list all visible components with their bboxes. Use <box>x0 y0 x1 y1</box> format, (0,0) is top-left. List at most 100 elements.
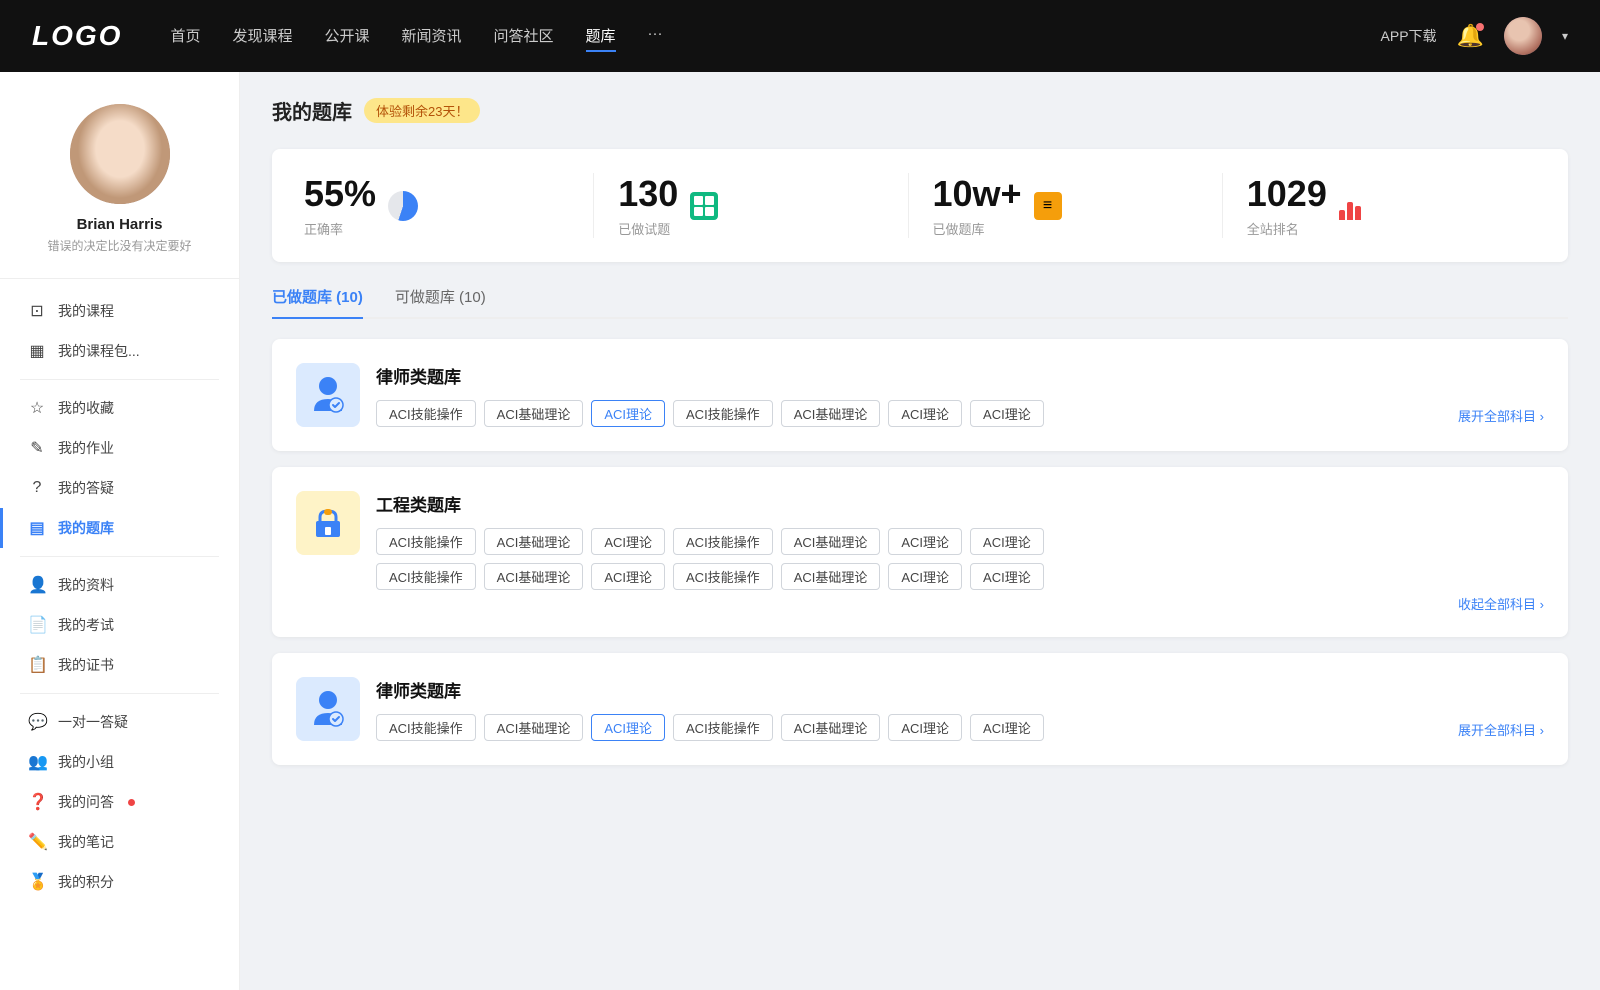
groups-icon: 👥 <box>28 752 46 772</box>
sidebar-item-certificates[interactable]: 📋 我的证书 <box>0 645 239 685</box>
tag-2-6[interactable]: ACI理论 <box>970 528 1044 555</box>
sidebar-label-groups: 我的小组 <box>58 752 114 772</box>
tag-2b-0[interactable]: ACI技能操作 <box>376 563 476 590</box>
bank-card-lawyer-1: 律师类题库 ACI技能操作 ACI基础理论 ACI理论 ACI技能操作 ACI基… <box>272 339 1568 451</box>
tag-3-5[interactable]: ACI理论 <box>888 714 962 741</box>
stat-banks-value: 10w+ 已做题库 <box>933 173 1022 238</box>
tab-done-banks[interactable]: 已做题库 (10) <box>272 286 363 317</box>
pie-chart-icon <box>388 191 418 221</box>
sidebar-item-question-bank[interactable]: ▤ 我的题库 <box>0 508 239 548</box>
bank-content-2: 工程类题库 ACI技能操作 ACI基础理论 ACI理论 ACI技能操作 ACI基… <box>376 491 1544 613</box>
nav-item-discover[interactable]: 发现课程 <box>232 21 292 52</box>
divider-2 <box>20 556 219 557</box>
app-download-link[interactable]: APP下载 <box>1381 26 1437 46</box>
pie-circle <box>388 191 418 221</box>
tag-2-3[interactable]: ACI技能操作 <box>673 528 773 555</box>
tag-3-0[interactable]: ACI技能操作 <box>376 714 476 741</box>
tag-1-1[interactable]: ACI基础理论 <box>484 400 584 427</box>
sidebar-label-favorites: 我的收藏 <box>58 398 114 418</box>
tag-2-0[interactable]: ACI技能操作 <box>376 528 476 555</box>
bank-icon-lawyer-2 <box>296 677 360 741</box>
sidebar-item-homework[interactable]: ✎ 我的作业 <box>0 428 239 468</box>
nav-item-more[interactable]: ··· <box>648 21 663 52</box>
tag-3-2[interactable]: ACI理论 <box>591 714 665 741</box>
tag-2b-4[interactable]: ACI基础理论 <box>781 563 881 590</box>
tag-2-2[interactable]: ACI理论 <box>591 528 665 555</box>
bank-card-header-1: 律师类题库 ACI技能操作 ACI基础理论 ACI理论 ACI技能操作 ACI基… <box>296 363 1544 427</box>
tag-1-2[interactable]: ACI理论 <box>591 400 665 427</box>
navbar: LOGO 首页 发现课程 公开课 新闻资讯 问答社区 题库 ··· APP下载 … <box>0 0 1600 72</box>
sidebar-label-notes: 我的笔记 <box>58 832 114 852</box>
sidebar-label-answers: 我的答疑 <box>58 478 114 498</box>
questions-icon: ❓ <box>28 792 46 812</box>
nav-item-news[interactable]: 新闻资讯 <box>402 21 462 52</box>
sidebar-item-groups[interactable]: 👥 我的小组 <box>0 742 239 782</box>
sidebar-item-course-packages[interactable]: ▦ 我的课程包... <box>0 331 239 371</box>
collapse-link-2[interactable]: 收起全部科目 › <box>376 594 1544 613</box>
sidebar-item-points[interactable]: 🏅 我的积分 <box>0 862 239 902</box>
tag-2b-6[interactable]: ACI理论 <box>970 563 1044 590</box>
nav-item-home[interactable]: 首页 <box>170 21 200 52</box>
sidebar-label-certs: 我的证书 <box>58 655 114 675</box>
tag-3-3[interactable]: ACI技能操作 <box>673 714 773 741</box>
stat-done-banks: 10w+ 已做题库 ≡ <box>909 173 1223 238</box>
expand-link-3[interactable]: 展开全部科目 › <box>1458 716 1544 739</box>
sidebar-item-my-courses[interactable]: ⊡ 我的课程 <box>0 291 239 331</box>
logo[interactable]: LOGO <box>32 20 122 52</box>
book-icon: ≡ <box>1034 192 1062 220</box>
navbar-right: APP下载 🔔 ▾ <box>1381 17 1568 55</box>
sidebar-item-tutoring[interactable]: 💬 一对一答疑 <box>0 702 239 742</box>
nav-item-question-bank[interactable]: 题库 <box>586 21 616 52</box>
engineer-svg <box>306 501 350 545</box>
sidebar-item-questions[interactable]: ❓ 我的问答 <box>0 782 239 822</box>
bank-card-lawyer-2: 律师类题库 ACI技能操作 ACI基础理论 ACI理论 ACI技能操作 ACI基… <box>272 653 1568 765</box>
tag-2b-3[interactable]: ACI技能操作 <box>673 563 773 590</box>
tag-1-0[interactable]: ACI技能操作 <box>376 400 476 427</box>
done-label: 已做试题 <box>618 219 678 238</box>
cert-icon: 📋 <box>28 655 46 675</box>
sidebar-label-packages: 我的课程包... <box>58 341 140 361</box>
exams-icon: 📄 <box>28 615 46 635</box>
tag-1-3[interactable]: ACI技能操作 <box>673 400 773 427</box>
profile-avatar <box>70 104 170 204</box>
tag-2-4[interactable]: ACI基础理论 <box>781 528 881 555</box>
bank-name-3: 律师类题库 <box>376 677 1544 702</box>
tag-1-5[interactable]: ACI理论 <box>888 400 962 427</box>
sidebar-label-exams: 我的考试 <box>58 615 114 635</box>
notification-button[interactable]: 🔔 <box>1457 23 1484 49</box>
tutoring-icon: 💬 <box>28 712 46 732</box>
tag-2b-1[interactable]: ACI基础理论 <box>484 563 584 590</box>
tab-available-banks[interactable]: 可做题库 (10) <box>395 286 486 317</box>
tags-row-2a: ACI技能操作 ACI基础理论 ACI理论 ACI技能操作 ACI基础理论 AC… <box>376 528 1544 555</box>
tag-1-6[interactable]: ACI理论 <box>970 400 1044 427</box>
bank-content-3: 律师类题库 ACI技能操作 ACI基础理论 ACI理论 ACI技能操作 ACI基… <box>376 677 1544 741</box>
sidebar-label-profile: 我的资料 <box>58 575 114 595</box>
tag-2-5[interactable]: ACI理论 <box>888 528 962 555</box>
bank-icon-lawyer-1 <box>296 363 360 427</box>
nav-item-open[interactable]: 公开课 <box>324 21 369 52</box>
homework-icon: ✎ <box>28 438 46 458</box>
sidebar-item-profile[interactable]: 👤 我的资料 <box>0 565 239 605</box>
bank-card-header-2: 工程类题库 ACI技能操作 ACI基础理论 ACI理论 ACI技能操作 ACI基… <box>296 491 1544 613</box>
tag-3-4[interactable]: ACI基础理论 <box>781 714 881 741</box>
sidebar-item-exams[interactable]: 📄 我的考试 <box>0 605 239 645</box>
expand-link-1[interactable]: 展开全部科目 › <box>1458 402 1544 425</box>
user-avatar[interactable] <box>1504 17 1542 55</box>
sidebar-item-notes[interactable]: ✏️ 我的笔记 <box>0 822 239 862</box>
profile-motto: 错误的决定比没有决定要好 <box>47 237 191 254</box>
tag-3-6[interactable]: ACI理论 <box>970 714 1044 741</box>
user-dropdown-icon[interactable]: ▾ <box>1562 29 1568 43</box>
main-content: 我的题库 体验剩余23天！ 55% 正确率 130 已做试题 <box>240 72 1600 990</box>
tag-2b-2[interactable]: ACI理论 <box>591 563 665 590</box>
sidebar-item-favorites[interactable]: ☆ 我的收藏 <box>0 388 239 428</box>
rank-number: 1029 <box>1247 173 1327 215</box>
stat-accuracy: 55% 正确率 <box>304 173 594 238</box>
page-title: 我的题库 <box>272 96 352 125</box>
sidebar-item-answers[interactable]: ? 我的答疑 <box>0 468 239 508</box>
tag-3-1[interactable]: ACI基础理论 <box>484 714 584 741</box>
tag-1-4[interactable]: ACI基础理论 <box>781 400 881 427</box>
tag-2b-5[interactable]: ACI理论 <box>888 563 962 590</box>
stat-accuracy-value: 55% 正确率 <box>304 173 376 238</box>
tag-2-1[interactable]: ACI基础理论 <box>484 528 584 555</box>
nav-item-qa[interactable]: 问答社区 <box>494 21 554 52</box>
